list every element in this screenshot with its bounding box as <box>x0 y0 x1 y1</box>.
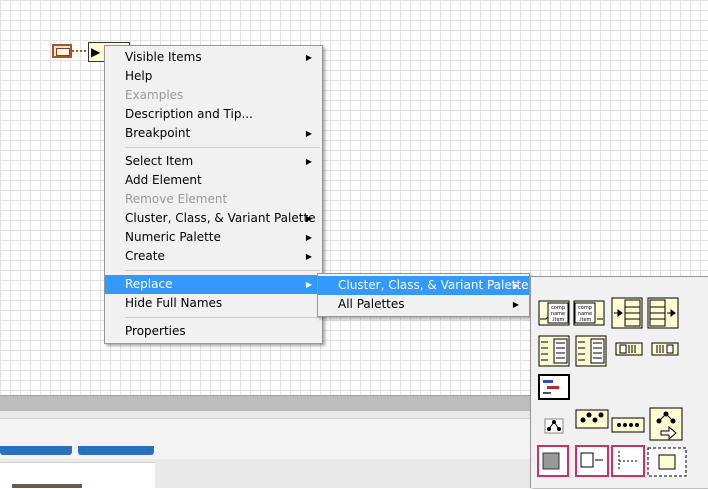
class-constant-icon[interactable] <box>649 407 683 441</box>
menu-item-label: Properties <box>125 324 186 338</box>
menu-item-label: Replace <box>125 277 173 291</box>
index-bundle-cluster-array-icon[interactable] <box>575 335 607 367</box>
menu-item-cluster-palette[interactable]: Cluster, Class, & Variant Palette ▶ <box>105 209 322 228</box>
dynamic-dispatch-icon[interactable] <box>611 417 645 433</box>
menu-item-description-and-tip[interactable]: Description and Tip... <box>105 105 322 124</box>
cluster-class-variant-palette: comp name .item comp name .item <box>530 276 708 488</box>
submenu-arrow-icon: ▶ <box>305 157 312 166</box>
menu-item-label: Breakpoint <box>125 126 191 140</box>
menu-item-add-element[interactable]: Add Element <box>105 171 322 190</box>
menu-item-numeric-palette[interactable]: Numeric Palette ▶ <box>105 228 322 247</box>
build-cluster-array-icon[interactable] <box>538 335 570 367</box>
svg-text:.item: .item <box>552 317 565 323</box>
menu-item-examples: Examples <box>105 86 322 105</box>
cluster-constant-node[interactable] <box>52 44 72 58</box>
menu-item-hide-full-names[interactable]: Hide Full Names <box>105 294 322 313</box>
menu-item-label: Cluster, Class, & Variant Palette <box>338 278 529 292</box>
arrow-right-icon: ▶ <box>91 45 101 59</box>
submenu-arrow-icon: ▶ <box>305 233 312 242</box>
to-more-generic-icon[interactable] <box>611 445 645 477</box>
menu-item-label: Help <box>125 69 153 83</box>
submenu-item-all-palettes[interactable]: All Palettes ▶ <box>318 295 529 314</box>
menu-item-label: Cluster, Class, & Variant Palette <box>125 211 316 225</box>
bundle-by-name-icon[interactable]: comp name .item <box>538 297 570 329</box>
variant-icon[interactable] <box>575 409 609 429</box>
menu-item-select-item[interactable]: Select Item ▶ <box>105 152 322 171</box>
svg-text:.item: .item <box>579 317 592 323</box>
cluster-to-array-icon[interactable] <box>615 339 643 359</box>
cluster-constant-icon[interactable] <box>538 374 570 400</box>
menu-item-label: Select Item <box>125 154 194 168</box>
unbundle-icon[interactable] <box>647 297 679 329</box>
submenu-arrow-icon: ▶ <box>305 252 312 261</box>
class-hierarchy-icon[interactable] <box>543 417 565 435</box>
cast-class-icon[interactable] <box>647 447 687 477</box>
submenu-arrow-icon: ▶ <box>512 300 519 309</box>
tab-button-2[interactable] <box>78 446 154 455</box>
menu-item-breakpoint[interactable]: Breakpoint ▶ <box>105 124 322 143</box>
menu-item-help[interactable]: Help <box>105 67 322 86</box>
menu-item-label: Description and Tip... <box>125 107 253 121</box>
menu-item-visible-items[interactable]: Visible Items ▶ <box>105 48 322 67</box>
menu-item-label: Visible Items <box>125 50 202 64</box>
tab-button-1[interactable] <box>0 446 72 455</box>
unbundle-by-name-icon[interactable]: comp name .item <box>573 297 605 329</box>
submenu-arrow-icon: ▶ <box>305 280 312 289</box>
to-more-specific-icon[interactable] <box>575 445 609 477</box>
submenu-arrow-icon: ▶ <box>305 129 312 138</box>
menu-separator <box>125 270 320 271</box>
menu-item-label: All Palettes <box>338 297 405 311</box>
submenu-arrow-icon: ▶ <box>305 214 312 223</box>
submenu-arrow-icon: ▶ <box>512 281 519 290</box>
get-lv-class-icon[interactable] <box>537 445 569 477</box>
menu-item-replace[interactable]: Replace ▶ <box>105 275 322 294</box>
menu-item-label: Hide Full Names <box>125 296 223 310</box>
array-to-cluster-icon[interactable] <box>651 339 679 359</box>
menu-separator <box>125 147 320 148</box>
preview-thumbnail <box>12 484 82 488</box>
menu-item-label: Numeric Palette <box>125 230 221 244</box>
menu-item-label: Remove Element <box>125 192 228 206</box>
menu-item-create[interactable]: Create ▶ <box>105 247 322 266</box>
menu-item-label: Add Element <box>125 173 202 187</box>
context-menu: Visible Items ▶ Help Examples Description… <box>104 45 323 344</box>
menu-item-properties[interactable]: Properties <box>105 322 322 341</box>
menu-item-remove-element: Remove Element <box>105 190 322 209</box>
menu-separator <box>125 317 320 318</box>
menu-item-label: Create <box>125 249 165 263</box>
submenu-item-cluster-palette[interactable]: Cluster, Class, & Variant Palette ▶ <box>318 276 529 295</box>
submenu-arrow-icon: ▶ <box>305 53 312 62</box>
bundle-icon[interactable] <box>611 297 643 329</box>
menu-item-label: Examples <box>125 88 184 102</box>
replace-submenu: Cluster, Class, & Variant Palette ▶ All P… <box>317 273 530 317</box>
